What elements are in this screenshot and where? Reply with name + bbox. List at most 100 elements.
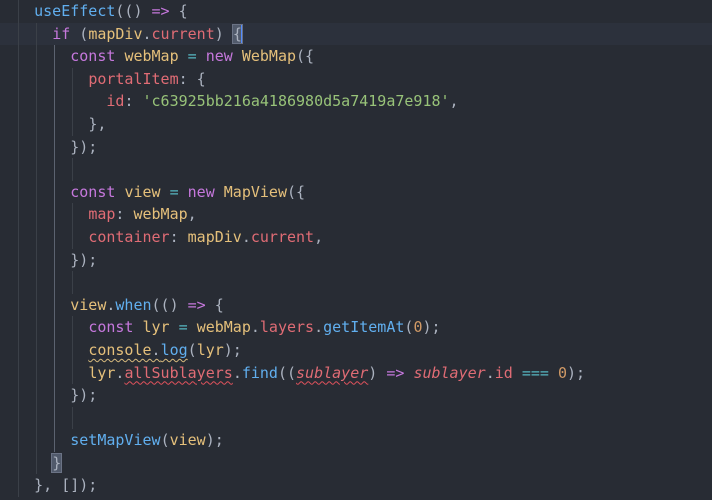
code-line[interactable]: const view = new MapView({ xyxy=(0,180,712,204)
indent-guide xyxy=(72,203,73,226)
code-token: = xyxy=(178,318,188,337)
code-token: ({ xyxy=(296,47,315,66)
indent-guide xyxy=(18,158,19,181)
code-token: sublayer xyxy=(413,363,486,382)
indent-guide xyxy=(36,90,37,113)
code-token: webMap xyxy=(124,47,179,66)
indent-guide xyxy=(54,293,55,317)
code-token: : xyxy=(169,227,188,246)
indent-guide xyxy=(72,316,73,339)
indent-guide xyxy=(54,248,55,272)
code-token: { xyxy=(169,2,188,20)
code-token: layers xyxy=(259,318,315,337)
text-cursor xyxy=(240,25,243,44)
code-line[interactable]: }, []); xyxy=(0,474,712,498)
code-line[interactable]: } xyxy=(0,451,712,475)
indent-guide xyxy=(36,180,37,204)
code-line[interactable]: }); xyxy=(0,248,712,272)
code-token: WebMap xyxy=(241,47,297,66)
indent-guide xyxy=(54,90,55,113)
indent-guide xyxy=(36,135,37,159)
indent-guide xyxy=(36,384,37,407)
indent-guide xyxy=(54,271,55,294)
code-token: new xyxy=(205,47,233,66)
code-token: ); xyxy=(422,318,441,337)
code-token: MapView xyxy=(223,182,287,201)
code-line[interactable] xyxy=(0,158,712,181)
code-line[interactable]: const lyr = webMap.layers.getItemAt(0); xyxy=(0,316,712,339)
indent-guide xyxy=(54,180,55,204)
indent-guide xyxy=(36,316,37,339)
code-line[interactable]: portalItem: { xyxy=(0,67,712,91)
indent-guide xyxy=(18,429,19,452)
code-token: , xyxy=(449,92,459,111)
code-token: view xyxy=(169,431,206,450)
indent-guide xyxy=(36,67,37,91)
code-line[interactable]: }); xyxy=(0,384,712,407)
indent-guide xyxy=(54,361,55,385)
code-token: ) xyxy=(368,363,387,382)
indent-guide xyxy=(18,225,19,249)
indent-guide xyxy=(54,67,55,91)
indent-guide xyxy=(18,180,19,204)
code-line[interactable]: }, xyxy=(0,112,712,136)
code-token: ({ xyxy=(287,182,306,201)
code-line[interactable]: view.when(() => { xyxy=(0,293,712,317)
indent-guide xyxy=(72,406,73,430)
indent-guide xyxy=(36,248,37,272)
indent-guide xyxy=(18,22,19,46)
code-token: const xyxy=(70,47,116,66)
code-token: ) xyxy=(214,24,233,43)
code-line[interactable]: container: mapDiv.current, xyxy=(0,225,712,249)
code-token: if xyxy=(52,24,71,43)
indent-guide xyxy=(18,90,19,113)
code-line[interactable]: map: webMap, xyxy=(0,203,712,226)
indent-guide xyxy=(54,429,55,452)
code-token: webMap xyxy=(133,205,188,224)
code-line[interactable]: console.log(lyr); xyxy=(0,338,712,362)
code-line[interactable] xyxy=(0,271,712,294)
code-token: => xyxy=(187,295,206,314)
code-token: setMapView xyxy=(70,431,161,450)
code-token: (() xyxy=(151,295,188,314)
indent-guide xyxy=(54,112,55,136)
code-line[interactable]: lyr.allSublayers.find((sublayer) => subl… xyxy=(0,361,712,385)
code-line[interactable]: if (mapDiv.current) { xyxy=(0,22,712,46)
code-line[interactable]: const webMap = new WebMap({ xyxy=(0,45,712,68)
indent-guide xyxy=(54,338,55,362)
indent-guide xyxy=(72,158,73,181)
code-line[interactable]: setMapView(view); xyxy=(0,429,712,452)
code-line[interactable]: useEffect(() => { xyxy=(0,0,712,23)
code-token: . xyxy=(241,227,251,246)
indent-guide xyxy=(54,225,55,249)
indent-guide xyxy=(36,158,37,181)
indent-guide xyxy=(54,406,55,430)
code-token: => xyxy=(386,363,405,382)
code-line[interactable]: id: 'c63925bb216a4186980d5a7419a7e918', xyxy=(0,90,712,113)
indent-guide xyxy=(18,112,19,136)
code-token: webMap xyxy=(196,318,251,337)
code-token: map xyxy=(88,205,116,224)
indent-guide xyxy=(36,225,37,249)
code-token: portalItem xyxy=(88,69,179,88)
code-editor[interactable]: useEffect(() => { if (mapDiv.current) { … xyxy=(0,0,712,500)
code-token: ( xyxy=(187,340,197,359)
code-line[interactable]: }); xyxy=(0,135,712,159)
code-token: (() xyxy=(115,2,152,20)
indent-guide xyxy=(18,248,19,272)
code-line[interactable] xyxy=(0,406,712,430)
indent-guide xyxy=(18,338,19,362)
indent-guide xyxy=(36,271,37,294)
code-token: id xyxy=(494,363,513,382)
indent-guide xyxy=(18,293,19,317)
code-token: => xyxy=(151,2,170,20)
indent-guide xyxy=(18,361,19,385)
